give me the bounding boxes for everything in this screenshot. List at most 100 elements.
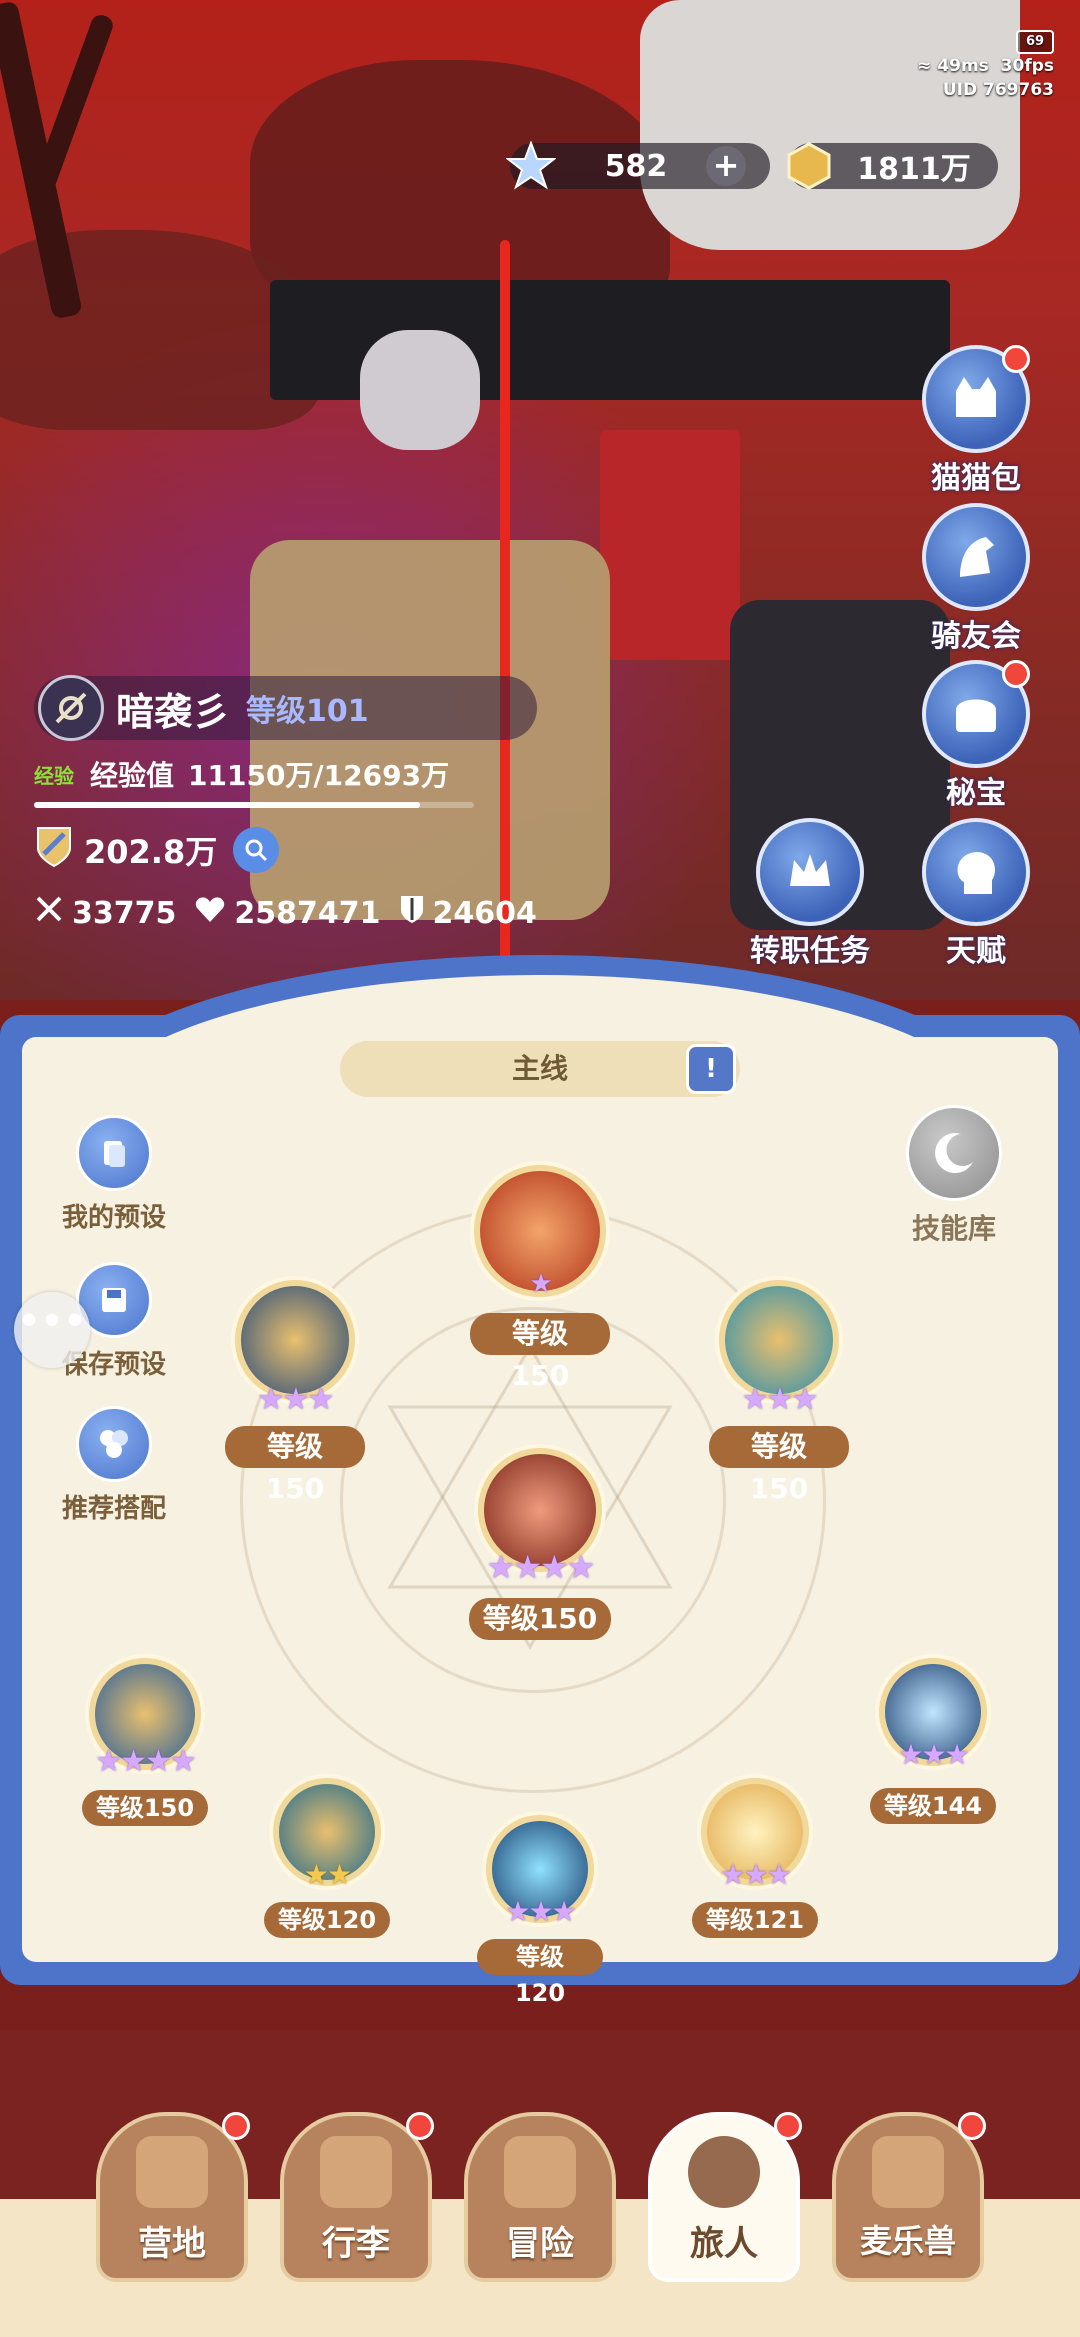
- skill-slot[interactable]: ★★★★ 等级150: [455, 1448, 625, 1640]
- skill-level: 等级120: [477, 1939, 603, 2007]
- skill-library-label: 技能库: [911, 1212, 996, 1245]
- nav-beast[interactable]: 麦乐兽: [832, 2112, 986, 2282]
- nav-camp[interactable]: 营地: [96, 2112, 250, 2282]
- skill-level: 等级121: [691, 1902, 819, 1938]
- weapon-body: [600, 430, 740, 660]
- exp-progress-bar: [34, 802, 474, 808]
- skill-slot[interactable]: ★★★ 等级150: [709, 1280, 849, 1505]
- power-row: 202.8万: [34, 824, 537, 876]
- gold-value: 1811万: [857, 152, 971, 187]
- talent-button[interactable]: 天赋: [916, 818, 1036, 970]
- notification-dot: [958, 2112, 986, 2140]
- traveler-avatar-icon: [688, 2136, 760, 2208]
- crossed-swords-icon: [504, 2136, 576, 2208]
- exp-progress-fill: [34, 802, 421, 808]
- hp-value: 2587471: [234, 895, 381, 931]
- cat-bag-label: 猫猫包: [931, 461, 1021, 496]
- nav-camp-label: 营地: [138, 2224, 206, 2264]
- player-name: 暗袭彡: [116, 689, 231, 734]
- skill-library-button[interactable]: 技能库: [884, 1105, 1024, 1247]
- skill-stars: ★★★: [720, 1858, 791, 1891]
- skill-slot[interactable]: ★★ 等级120: [262, 1778, 392, 1938]
- nav-adventure-label: 冒险: [506, 2224, 574, 2264]
- battery-icon: 69: [1016, 30, 1054, 54]
- skill-slot[interactable]: ★★★★ 等级150: [70, 1658, 220, 1826]
- horse-icon: [922, 503, 1030, 611]
- nav-adventure[interactable]: 冒险: [464, 2112, 616, 2282]
- class-emblem-icon: [38, 675, 104, 741]
- skill-level: 等级150: [709, 1426, 849, 1505]
- exp-row: 经验 经验值 11150万/12693万: [34, 754, 537, 794]
- search-icon: [245, 839, 268, 862]
- skill-level: 等级150: [225, 1426, 365, 1505]
- uid-text: UID 769763: [942, 80, 1054, 100]
- player-info: 暗袭彡 等级101 经验 经验值 11150万/12693万 202.8万 33…: [34, 675, 537, 932]
- defense-shield-icon: [399, 894, 425, 932]
- notification-dot: [406, 2112, 434, 2140]
- book-icon[interactable]: !: [686, 1044, 736, 1094]
- skill-slot[interactable]: ★★★ 等级120: [477, 1815, 603, 2007]
- job-quest-button[interactable]: 转职任务: [747, 818, 873, 970]
- skill-slot[interactable]: ★★★ 等级150: [225, 1280, 365, 1505]
- skill-stars: ★★★: [505, 1895, 576, 1928]
- skill-stars: ★★: [303, 1858, 352, 1891]
- crossed-swords-icon: [34, 894, 64, 932]
- rider-club-label: 骑友会: [931, 619, 1021, 654]
- star-currency: 582 +: [506, 141, 770, 190]
- skill-stars: ★★★★: [486, 1548, 596, 1586]
- notification-dot: [1002, 345, 1030, 373]
- treasure-label: 秘宝: [946, 776, 1006, 811]
- power-detail-button[interactable]: [233, 827, 280, 873]
- skill-stars: ★★★: [741, 1382, 819, 1417]
- skill-level: 等级150: [81, 1790, 209, 1826]
- nav-traveler[interactable]: 旅人: [648, 2112, 802, 2282]
- recommend-combo-icon: [76, 1406, 152, 1482]
- backpack-icon: [320, 2136, 392, 2208]
- notification-dot: [1002, 660, 1030, 688]
- power-value: 202.8万: [84, 833, 218, 871]
- cards-icon: [76, 1115, 152, 1191]
- star-gem-icon: [506, 141, 556, 191]
- skill-slot[interactable]: ★★★ 等级144: [868, 1658, 998, 1824]
- ping-text: 49ms: [937, 56, 989, 76]
- character-head: [360, 330, 480, 450]
- rider-club-button[interactable]: 骑友会: [916, 503, 1036, 655]
- chat-bubble-icon[interactable]: •••: [14, 1292, 90, 1368]
- power-shield-icon: [34, 824, 74, 876]
- exp-value: 11150万/12693万: [188, 759, 450, 792]
- exp-label: 经验值: [90, 759, 175, 792]
- recommend-button[interactable]: 推荐搭配: [44, 1406, 184, 1525]
- hp-stat: 2587471: [194, 894, 381, 932]
- treasure-button[interactable]: 秘宝: [916, 660, 1036, 812]
- notification-dot: [222, 2112, 250, 2140]
- defense-value: 24604: [432, 895, 537, 931]
- skill-stars: ★★★: [257, 1382, 335, 1417]
- notification-dot: [774, 2112, 802, 2140]
- skill-level: 等级150: [470, 1313, 610, 1392]
- add-star-button[interactable]: +: [706, 146, 746, 186]
- skill-stars: ★★★: [898, 1738, 969, 1771]
- nav-beast-label: 麦乐兽: [859, 2222, 956, 2260]
- my-preset-button[interactable]: 我的预设: [44, 1115, 184, 1234]
- currency-bar: 582 + 1811万: [506, 140, 998, 192]
- gold-currency: 1811万: [787, 142, 998, 190]
- stats-row: 33775 2587471 24604: [34, 894, 537, 932]
- status-bar: 69 ≈ 49ms 30fps UID 769763: [917, 28, 1054, 102]
- star-value: 582: [604, 148, 668, 184]
- skill-slot[interactable]: ★★★ 等级121: [690, 1778, 820, 1938]
- player-name-pill[interactable]: 暗袭彡 等级101: [34, 675, 537, 741]
- fps-text: 30fps: [1000, 56, 1054, 76]
- cat-bag-button[interactable]: 猫猫包: [916, 345, 1036, 497]
- moon-star-icon: [906, 1105, 1002, 1201]
- skill-level: 等级150: [468, 1598, 612, 1640]
- tab-mainline[interactable]: 主线: [340, 1041, 740, 1097]
- nav-luggage-label: 行李: [322, 2224, 390, 2264]
- attack-stat: 33775: [34, 894, 176, 932]
- recommend-label: 推荐搭配: [61, 1494, 166, 1524]
- fox-beast-icon: [872, 2136, 944, 2208]
- skill-slot[interactable]: ★ 等级150: [470, 1165, 610, 1392]
- player-level: 等级101: [246, 694, 369, 729]
- nav-luggage[interactable]: 行李: [280, 2112, 434, 2282]
- skill-stars: ★★★★: [95, 1744, 197, 1779]
- skill-stars: ★: [529, 1269, 552, 1299]
